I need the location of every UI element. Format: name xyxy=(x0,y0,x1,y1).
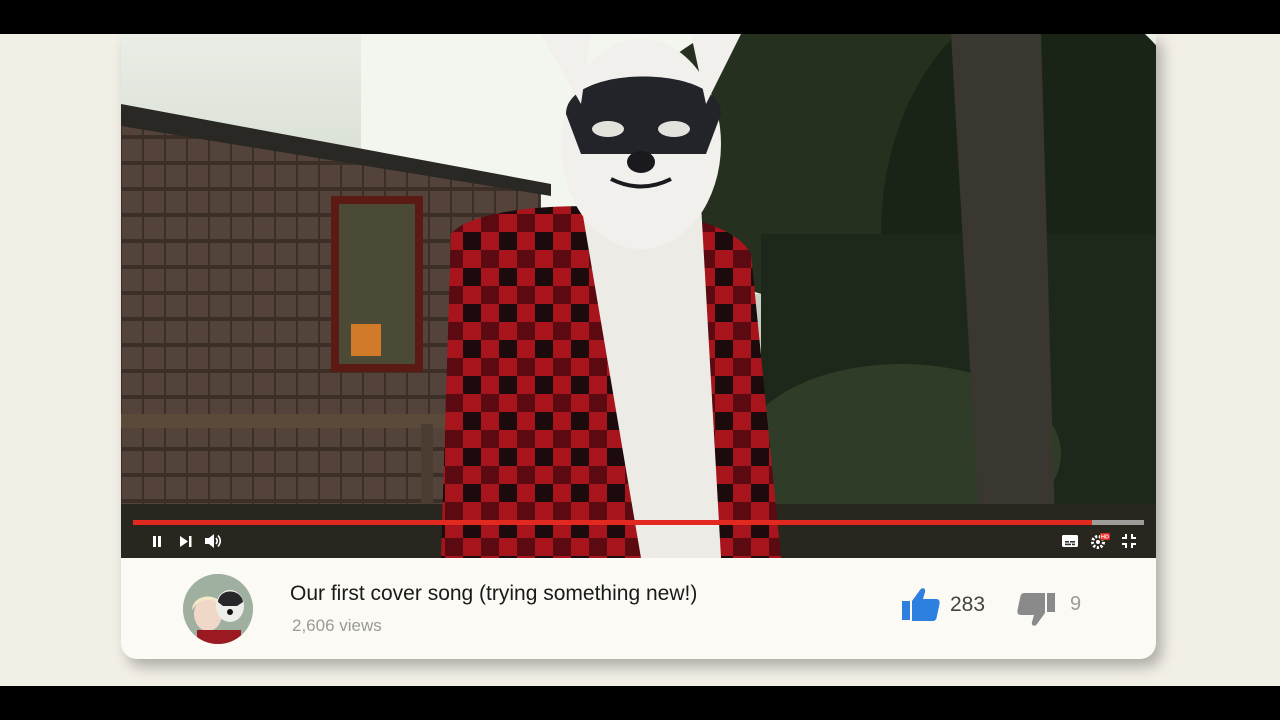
channel-avatar[interactable] xyxy=(183,574,253,644)
exit-fullscreen-icon xyxy=(1122,534,1136,548)
settings-button[interactable]: HD xyxy=(1089,531,1111,551)
video-info-bar: Our first cover song (trying something n… xyxy=(121,558,1156,659)
pause-button[interactable] xyxy=(146,531,168,551)
hd-badge: HD xyxy=(1101,535,1109,541)
captions-icon xyxy=(1062,535,1078,547)
next-button[interactable] xyxy=(175,531,197,551)
thumbs-up-icon xyxy=(902,588,940,621)
like-button[interactable] xyxy=(901,586,941,622)
captions-button[interactable] xyxy=(1059,531,1081,551)
video-player[interactable]: HD xyxy=(121,34,1156,558)
progress-bar[interactable] xyxy=(133,520,1144,525)
dislike-count: 9 xyxy=(1070,593,1082,615)
dislike-button[interactable] xyxy=(1016,592,1056,628)
pause-icon xyxy=(153,535,161,547)
skip-next-icon xyxy=(180,535,192,547)
volume-button[interactable] xyxy=(203,531,225,551)
progress-bar-fill xyxy=(133,520,1092,525)
view-count: 2,606 views xyxy=(292,616,382,635)
volume-icon xyxy=(205,534,222,548)
thumbs-down-icon xyxy=(1017,593,1055,626)
like-count: 283 xyxy=(950,593,986,616)
settings-gear-hd-icon: HD xyxy=(1091,533,1110,549)
fullscreen-button[interactable] xyxy=(1118,531,1140,551)
video-title[interactable]: Our first cover song (trying something n… xyxy=(290,582,697,606)
video-card: HD Our first cover song (trying somethin… xyxy=(121,34,1156,659)
video-frame xyxy=(121,34,1156,558)
page-background: HD Our first cover song (trying somethin… xyxy=(0,34,1280,686)
avatar-image xyxy=(183,574,253,644)
